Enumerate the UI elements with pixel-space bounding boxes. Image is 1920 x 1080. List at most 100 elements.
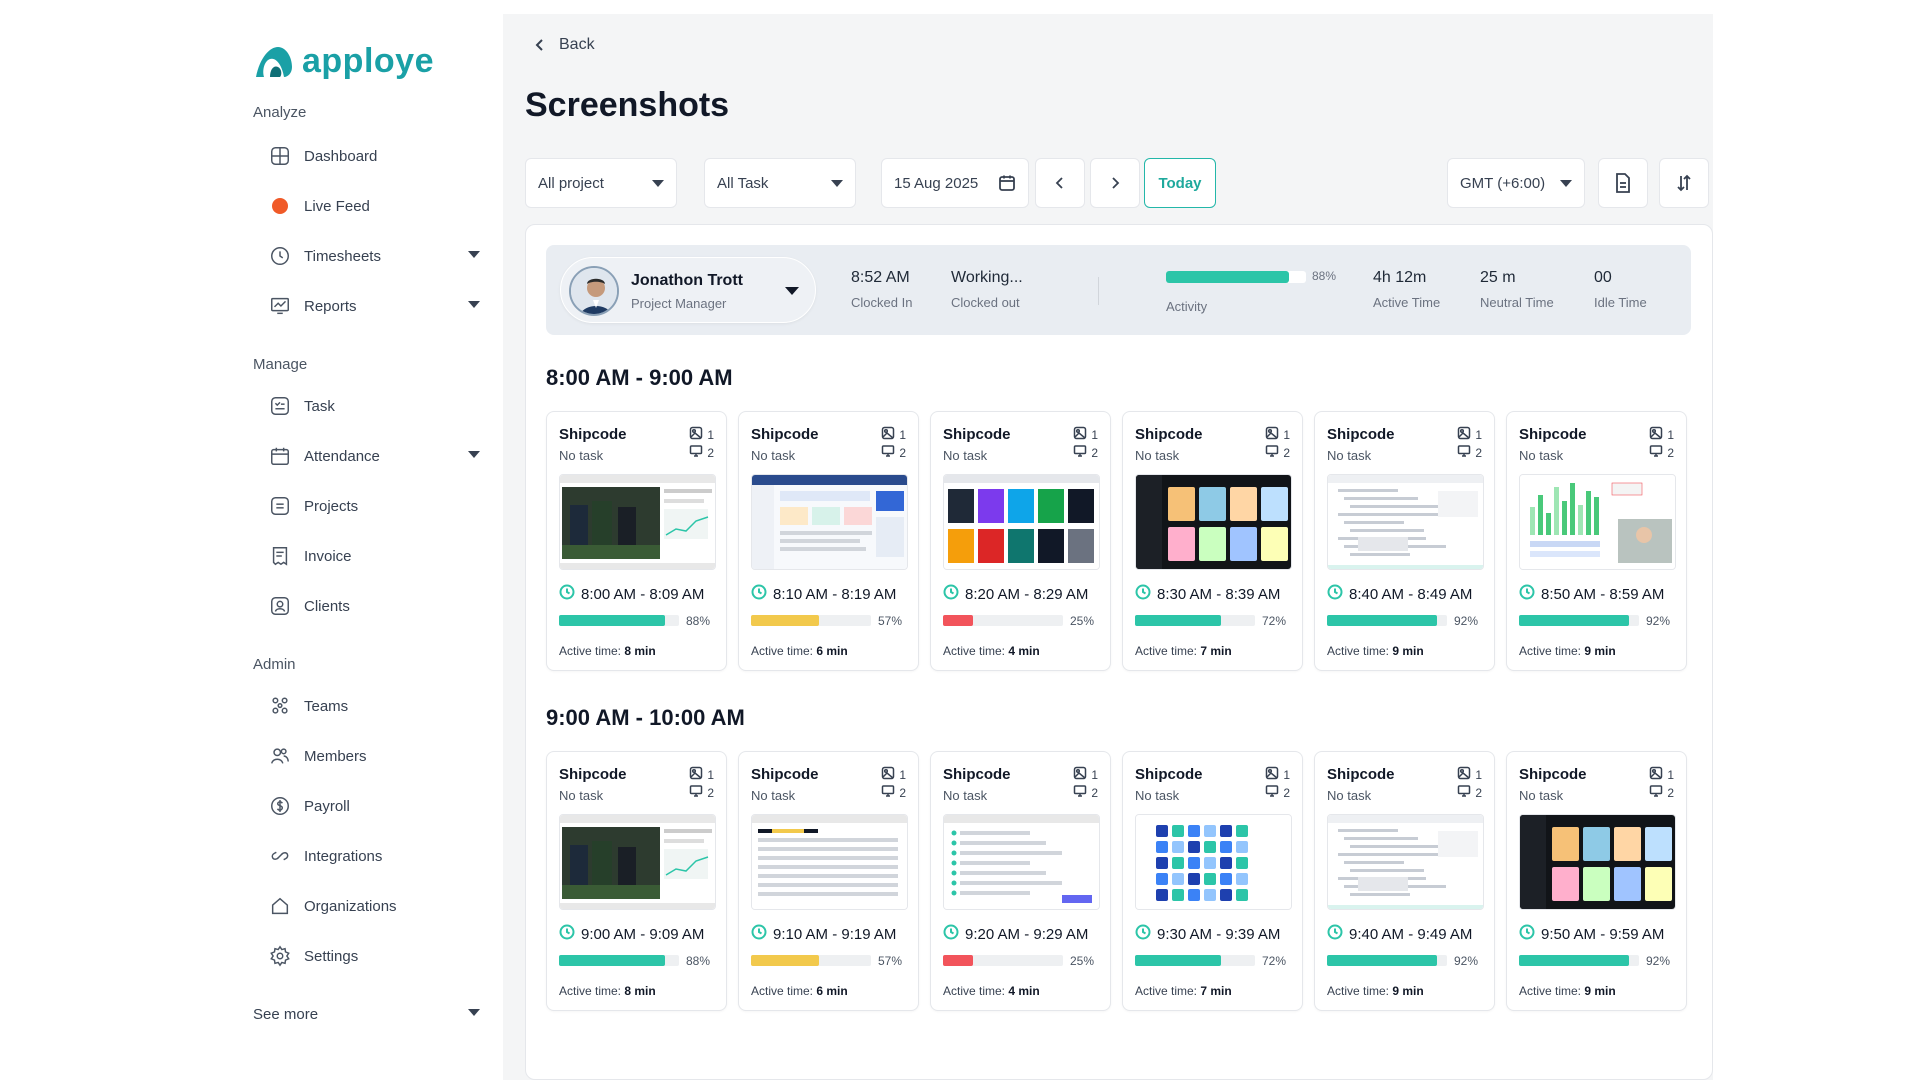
- sidebar-item-settings[interactable]: Settings: [268, 938, 490, 974]
- card-project: Shipcode: [1327, 766, 1395, 783]
- sidebar-item-organizations[interactable]: Organizations: [268, 888, 490, 924]
- screenshot-card[interactable]: Shipcode No task 1 2 9:00 AM - 9:09 AM 88% Act…: [546, 751, 727, 1011]
- screenshot-thumbnail[interactable]: [943, 814, 1100, 910]
- screenshot-thumbnail[interactable]: [1519, 474, 1676, 570]
- sidebar-item-attendance[interactable]: Attendance: [268, 438, 490, 474]
- screenshot-count: 1: [689, 426, 714, 443]
- screenshot-thumbnail[interactable]: [1135, 474, 1292, 570]
- monitor-count-value: 2: [1475, 445, 1482, 460]
- screenshot-card[interactable]: Shipcode No task 1 2 8:00 AM - 8:09 AM 88% Act…: [546, 411, 727, 671]
- timezone-select[interactable]: GMT (+6:00): [1447, 158, 1585, 208]
- monitor-icon: [1457, 784, 1471, 801]
- active-time-prefix: Active time:: [1519, 644, 1585, 658]
- screenshot-card[interactable]: Shipcode No task 1 2 9:20 AM - 9:29 AM 25% Act…: [930, 751, 1111, 1011]
- card-activity-bar: [1519, 955, 1639, 966]
- screenshot-count-value: 1: [1667, 427, 1674, 442]
- monitor-count: 2: [1457, 784, 1482, 801]
- chart-icon: [268, 294, 292, 318]
- sidebar-item-integrations[interactable]: Integrations: [268, 838, 490, 874]
- active-time-prefix: Active time:: [943, 644, 1009, 658]
- card-active-time: Active time: 6 min: [751, 644, 848, 658]
- next-day-button[interactable]: [1090, 158, 1140, 208]
- image-icon: [1073, 766, 1087, 783]
- screenshot-count: 1: [1265, 426, 1290, 443]
- sidebar-item-label: Projects: [304, 497, 359, 515]
- screenshot-card[interactable]: Shipcode No task 1 2 9:50 AM - 9:59 AM 92% Act…: [1506, 751, 1687, 1011]
- neutral-time-stat: 25 m Neutral Time: [1480, 269, 1554, 310]
- screenshot-card[interactable]: Shipcode No task 1 2 9:30 AM - 9:39 AM 72% Act…: [1122, 751, 1303, 1011]
- screenshot-card[interactable]: Shipcode No task 1 2 8:50 AM - 8:59 AM 92% Act…: [1506, 411, 1687, 671]
- sidebar-item-clients[interactable]: Clients: [268, 588, 490, 624]
- card-project: Shipcode: [1519, 766, 1587, 783]
- clock-icon: [1519, 584, 1535, 604]
- active-time-prefix: Active time:: [1327, 984, 1393, 998]
- chevron-down-icon[interactable]: [468, 1009, 480, 1016]
- chevron-down-icon[interactable]: [785, 287, 799, 295]
- activity-progress-fill: [1166, 271, 1290, 283]
- sidebar-item-members[interactable]: Members: [268, 738, 490, 774]
- active-time-value: 4 min: [1008, 984, 1040, 998]
- sidebar-item-dashboard[interactable]: Dashboard: [268, 138, 490, 174]
- user-name: Jonathon Trott: [631, 272, 743, 289]
- screenshot-thumbnail[interactable]: [559, 474, 716, 570]
- clock-icon: [1135, 924, 1151, 944]
- sort-button[interactable]: [1659, 158, 1709, 208]
- today-button[interactable]: Today: [1144, 158, 1216, 208]
- activity-label: Activity: [1166, 299, 1208, 314]
- screenshot-card[interactable]: Shipcode No task 1 2 8:20 AM - 8:29 AM 25% Act…: [930, 411, 1111, 671]
- screenshot-count-value: 1: [707, 767, 714, 782]
- screenshot-card[interactable]: Shipcode No task 1 2 8:40 AM - 8:49 AM 92% Act…: [1314, 411, 1495, 671]
- card-activity-bar: [943, 615, 1063, 626]
- export-button[interactable]: [1598, 158, 1648, 208]
- clock-icon: [559, 924, 575, 944]
- card-active-time: Active time: 7 min: [1135, 644, 1232, 658]
- active-time-value: 6 min: [816, 644, 848, 658]
- card-active-time: Active time: 8 min: [559, 644, 656, 658]
- card-time-range: 8:10 AM - 8:19 AM: [751, 584, 896, 604]
- prev-day-button[interactable]: [1035, 158, 1085, 208]
- card-activity-fill: [943, 955, 973, 966]
- sidebar-item-task[interactable]: Task: [268, 388, 490, 424]
- logo[interactable]: apploye: [252, 42, 434, 81]
- chevron-down-icon[interactable]: [468, 251, 480, 258]
- card-project: Shipcode: [1135, 766, 1203, 783]
- screenshot-thumbnail[interactable]: [943, 474, 1100, 570]
- sidebar-item-live-feed[interactable]: Live Feed: [268, 188, 490, 224]
- card-activity-fill: [1327, 955, 1438, 966]
- sidebar-item-teams[interactable]: Teams: [268, 688, 490, 724]
- back-link[interactable]: Back: [533, 36, 595, 54]
- screenshot-thumbnail[interactable]: [751, 474, 908, 570]
- date-picker[interactable]: 15 Aug 2025: [881, 158, 1029, 208]
- card-activity-bar: [1135, 955, 1255, 966]
- screenshot-card[interactable]: Shipcode No task 1 2 8:10 AM - 8:19 AM 57% Act…: [738, 411, 919, 671]
- screenshot-card[interactable]: Shipcode No task 1 2 9:10 AM - 9:19 AM 57% Act…: [738, 751, 919, 1011]
- screenshot-thumbnail[interactable]: [1519, 814, 1676, 910]
- screenshot-card[interactable]: Shipcode No task 1 2 9:40 AM - 9:49 AM 92% Act…: [1314, 751, 1495, 1011]
- screenshot-count-value: 1: [1283, 427, 1290, 442]
- sidebar-item-timesheets[interactable]: Timesheets: [268, 238, 490, 274]
- card-project: Shipcode: [559, 766, 627, 783]
- sidebar-item-reports[interactable]: Reports: [268, 288, 490, 324]
- task-select[interactable]: All Task: [704, 158, 856, 208]
- screenshot-thumbnail[interactable]: [1327, 474, 1484, 570]
- sidebar-item-projects[interactable]: Projects: [268, 488, 490, 524]
- screenshot-thumbnail[interactable]: [1135, 814, 1292, 910]
- sidebar-item-invoice[interactable]: Invoice: [268, 538, 490, 574]
- screenshot-thumbnail[interactable]: [559, 814, 716, 910]
- card-time-text: 8:20 AM - 8:29 AM: [965, 585, 1089, 603]
- card-activity-percent: 72%: [1261, 954, 1286, 968]
- chevron-down-icon[interactable]: [468, 301, 480, 308]
- sidebar-item-payroll[interactable]: Payroll: [268, 788, 490, 824]
- project-select[interactable]: All project: [525, 158, 677, 208]
- screenshot-thumbnail[interactable]: [1327, 814, 1484, 910]
- chevron-down-icon[interactable]: [468, 451, 480, 458]
- screenshot-thumbnail[interactable]: [751, 814, 908, 910]
- gear-icon: [268, 944, 292, 968]
- screenshot-card[interactable]: Shipcode No task 1 2 8:30 AM - 8:39 AM 72% Act…: [1122, 411, 1303, 671]
- user-selector[interactable]: Jonathon Trott Project Manager: [560, 257, 816, 323]
- card-active-time: Active time: 9 min: [1519, 984, 1616, 998]
- monitor-count: 2: [1265, 444, 1290, 461]
- see-more-toggle[interactable]: See more: [253, 996, 490, 1032]
- monitor-icon: [689, 444, 703, 461]
- card-task: No task: [751, 788, 796, 803]
